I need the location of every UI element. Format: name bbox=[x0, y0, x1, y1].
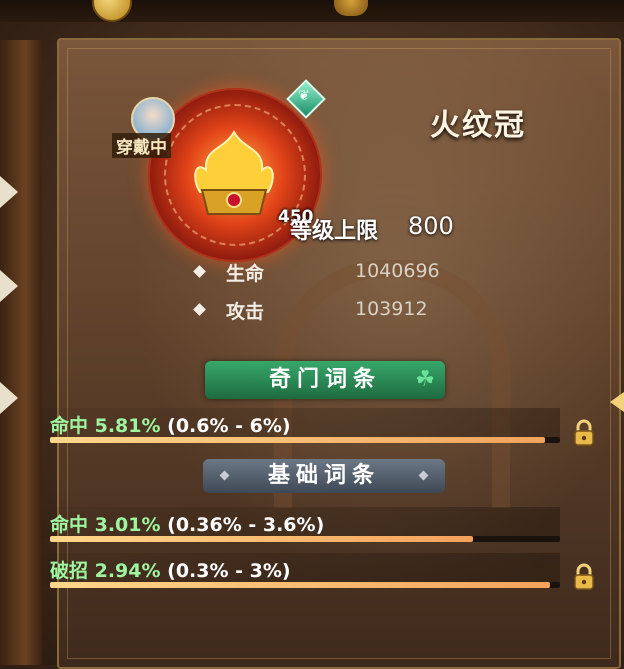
stat-label-attack: 攻击 bbox=[226, 301, 265, 323]
stat-value-attack: 103912 bbox=[355, 298, 428, 320]
side-tab-arrow[interactable] bbox=[0, 176, 18, 208]
basic-attributes-header: 基础词条 bbox=[203, 459, 445, 493]
level-cap-label: 等级上限 bbox=[290, 219, 379, 244]
left-decoration bbox=[0, 40, 42, 665]
coin-icon bbox=[92, 0, 132, 22]
attribute-stat: 命中 3.01% bbox=[50, 514, 161, 536]
attribute-range: (0.3% - 3%) bbox=[167, 560, 291, 582]
attribute-range: (0.6% - 6%) bbox=[167, 415, 291, 437]
crown-icon bbox=[194, 130, 274, 215]
clover-icon: ☘ bbox=[415, 367, 435, 392]
level-cap-value: 800 bbox=[408, 212, 454, 240]
attribute-row: 命中 5.81% (0.6% - 6%) bbox=[50, 411, 291, 438]
attribute-progress-fill bbox=[50, 437, 545, 443]
attribute-progress-bar bbox=[50, 536, 560, 542]
item-name: 火纹冠 bbox=[430, 108, 526, 143]
stat-label-hp: 生命 bbox=[226, 263, 265, 285]
attribute-progress-bar bbox=[50, 582, 560, 588]
currency-bar bbox=[0, 0, 624, 22]
special-attributes-title: 奇门词条 bbox=[268, 367, 381, 392]
basic-attributes-title: 基础词条 bbox=[267, 463, 380, 488]
attribute-progress-fill bbox=[50, 582, 550, 588]
lock-icon[interactable] bbox=[572, 419, 596, 447]
attribute-row: 命中 3.01% (0.36% - 3.6%) bbox=[50, 510, 324, 537]
wearing-label: 穿戴中 bbox=[112, 133, 171, 158]
side-tab-arrow[interactable] bbox=[0, 270, 18, 302]
stat-value-hp: 1040696 bbox=[355, 260, 440, 282]
dragon-currency-icon bbox=[334, 0, 368, 16]
lock-icon[interactable] bbox=[572, 563, 596, 591]
side-tab-arrow[interactable] bbox=[0, 382, 18, 414]
attribute-range: (0.36% - 3.6%) bbox=[167, 514, 325, 536]
special-attributes-header: 奇门词条 ☘ bbox=[205, 361, 445, 399]
attribute-progress-fill bbox=[50, 536, 474, 542]
leaf-icon: ❦ bbox=[298, 88, 310, 104]
attribute-progress-bar bbox=[50, 437, 560, 443]
attribute-row: 破招 2.94% (0.3% - 3%) bbox=[50, 556, 291, 583]
diamond-bullet-icon bbox=[418, 470, 429, 481]
attribute-stat: 破招 2.94% bbox=[50, 560, 161, 582]
diamond-bullet-icon bbox=[219, 470, 230, 481]
attribute-stat: 命中 5.81% bbox=[50, 415, 161, 437]
next-arrow-icon[interactable] bbox=[610, 392, 624, 412]
